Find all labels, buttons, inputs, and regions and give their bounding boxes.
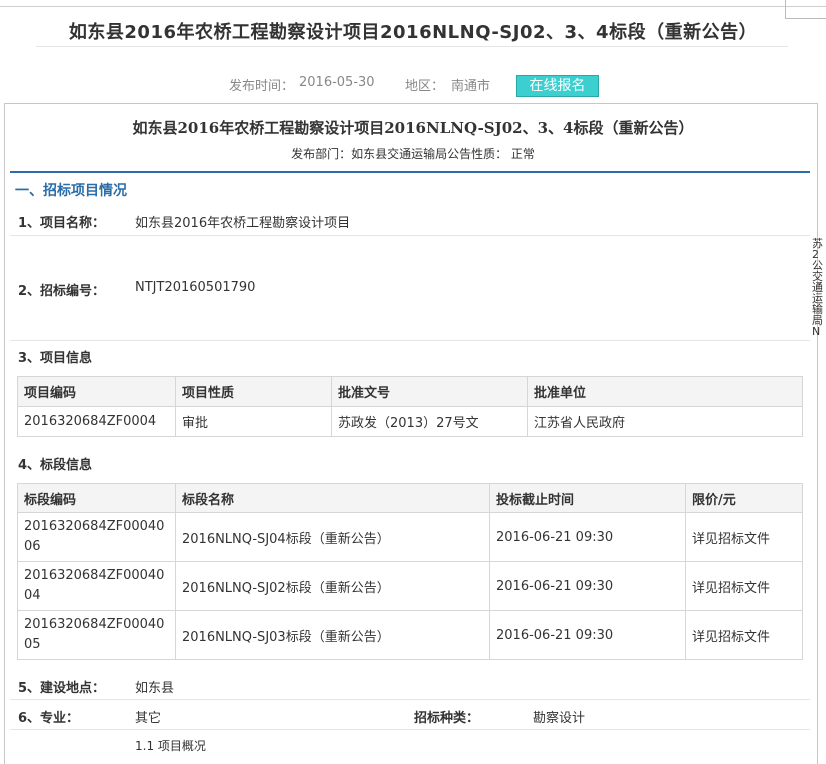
window-corner	[785, 0, 826, 19]
panel-subtitle: 发布部门：如东县交通运输局公告性质： 正常	[291, 147, 535, 161]
section-divider	[10, 171, 810, 173]
row-divider	[10, 729, 810, 730]
top-border	[0, 0, 826, 19]
table-header: 标段编码	[17, 483, 176, 513]
region-value: 南通市	[451, 79, 491, 94]
table-cell: 审批	[175, 406, 332, 437]
project-overview-heading: 1.1 项目概况	[135, 739, 206, 753]
section-info-table: 标段编码 标段名称 投标截止时间 限价/元 2016320684ZF000400…	[17, 483, 803, 660]
table-header: 批准文号	[331, 376, 528, 407]
bid-type-label: 招标种类：	[414, 711, 480, 726]
table-header: 限价/元	[685, 483, 803, 513]
bid-type-value: 勘察设计	[533, 711, 586, 726]
table-header: 批准单位	[527, 376, 803, 407]
project-name-label: 1、项目名称：	[18, 216, 106, 231]
location-value: 如东县	[135, 681, 175, 696]
section-heading: 一、招标项目情况	[15, 183, 127, 199]
location-label: 5、建设地点：	[18, 681, 106, 696]
table-row: 2016320684ZF0004005 2016NLNQ-SJ03标段（重新公告…	[17, 610, 803, 660]
title-divider	[36, 46, 788, 47]
table-header: 标段名称	[175, 483, 490, 513]
table-cell: 江苏省人民政府	[527, 406, 803, 437]
panel-title: 如东县2016年农桥工程勘察设计项目2016NLNQ-SJ02、3、4标段（重新…	[132, 119, 694, 137]
table-row: 2016320684ZF0004006 2016NLNQ-SJ04标段（重新公告…	[17, 512, 803, 562]
side-text-strip: 苏2公交通运输局N1	[812, 238, 823, 338]
row-divider	[10, 340, 810, 341]
table-cell: 2016-06-21 09:30	[489, 610, 686, 660]
specialty-label: 6、专业：	[18, 711, 80, 726]
table-cell: 2016320684ZF0004006	[17, 512, 176, 562]
table-header: 项目性质	[175, 376, 332, 407]
row-divider	[10, 235, 810, 236]
table-cell: 2016NLNQ-SJ03标段（重新公告）	[175, 610, 490, 660]
table-cell: 2016-06-21 09:30	[489, 512, 686, 562]
section-info-label: 4、标段信息	[18, 458, 93, 473]
table-cell: 苏政发（2013）27号文	[331, 406, 528, 437]
table-row: 2016320684ZF0004004 2016NLNQ-SJ02标段（重新公告…	[17, 561, 803, 611]
table-cell: 2016NLNQ-SJ02标段（重新公告）	[175, 561, 490, 611]
project-info-label: 3、项目信息	[18, 351, 93, 366]
table-cell: 2016-06-21 09:30	[489, 561, 686, 611]
bid-number-value: NTJT20160501790	[135, 280, 256, 295]
table-cell: 详见招标文件	[685, 512, 803, 562]
online-signup-button[interactable]: 在线报名	[516, 75, 599, 97]
region-label: 地区：	[405, 79, 445, 94]
bid-number-label: 2、招标编号：	[18, 284, 106, 299]
specialty-value: 其它	[135, 711, 162, 726]
table-cell: 2016NLNQ-SJ04标段（重新公告）	[175, 512, 490, 562]
table-header: 投标截止时间	[489, 483, 686, 513]
project-name-value: 如东县2016年农桥工程勘察设计项目	[135, 216, 351, 231]
table-cell: 2016320684ZF0004004	[17, 561, 176, 611]
table-cell: 2016320684ZF0004005	[17, 610, 176, 660]
table-cell: 详见招标文件	[685, 610, 803, 660]
table-cell: 2016320684ZF0004	[17, 406, 176, 437]
table-cell: 详见招标文件	[685, 561, 803, 611]
table-header: 项目编码	[17, 376, 176, 407]
publish-time-label: 发布时间：	[229, 79, 295, 94]
page-title: 如东县2016年农桥工程勘察设计项目2016NLNQ-SJ02、3、4标段（重新…	[68, 22, 758, 43]
row-divider	[10, 699, 810, 700]
project-info-table: 项目编码 项目性质 批准文号 批准单位 2016320684ZF0004 审批 …	[17, 376, 803, 437]
publish-time: 2016-05-30	[299, 75, 375, 90]
